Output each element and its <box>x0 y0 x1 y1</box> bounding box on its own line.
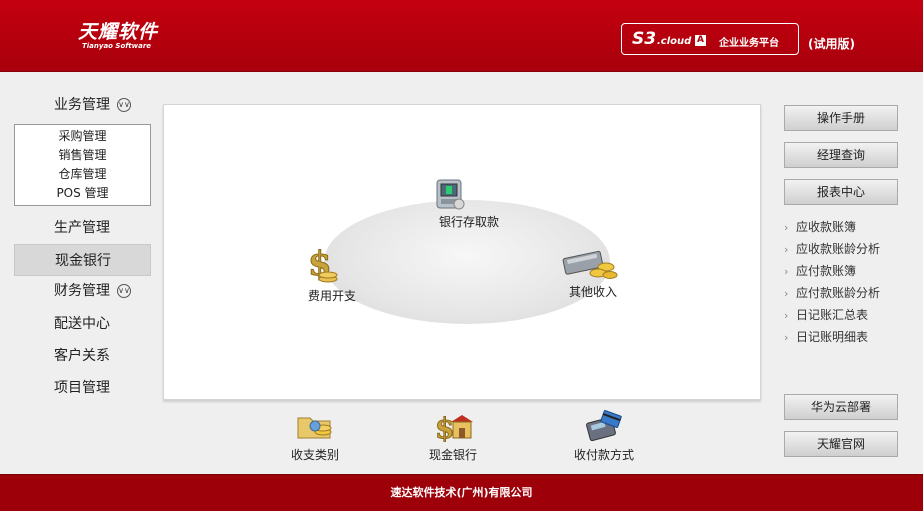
node-bank-deposit-label: 银行存取款 <box>438 215 499 229</box>
chevron-down-icon[interactable]: ∨∨ <box>117 98 131 112</box>
node-expense-label: 费用开支 <box>307 289 356 303</box>
report-item[interactable]: › 应收款账簿 <box>784 216 880 238</box>
svg-text:$: $ <box>435 412 454 442</box>
bank-dollar-icon: $ <box>433 410 473 442</box>
report-center-button[interactable]: 报表中心 <box>784 179 898 205</box>
menu-business-label: 业务管理 <box>54 97 110 113</box>
chevron-right-icon: › <box>784 265 789 278</box>
platform-name: 企业业务平台 <box>719 38 779 49</box>
report-item[interactable]: › 日记账汇总表 <box>784 304 880 326</box>
dollar-coins-icon: $ <box>304 245 360 285</box>
platform-cloud: .cloud <box>657 36 692 47</box>
bottom-payment-method[interactable]: 收付款方式 <box>568 410 640 463</box>
report-list: › 应收款账簿 › 应收款账龄分析 › 应付款账簿 › 应付款账龄分析 › 日记账汇总表 … <box>784 216 880 348</box>
menu-finance[interactable]: 财务管理 ∨∨ <box>14 276 151 308</box>
menu-production[interactable]: 生产管理 <box>14 212 151 244</box>
left-menu: 业务管理 ∨∨ 采购管理 销售管理 仓库管理 POS 管理 生产管理 现金银行 … <box>14 90 151 404</box>
submenu-sales[interactable]: 销售管理 <box>15 146 150 165</box>
report-item-label: 应收款账龄分析 <box>796 242 881 256</box>
bottom-category-label: 收支类别 <box>290 448 339 462</box>
atm-icon <box>432 177 506 211</box>
node-other-income[interactable]: 其他收入 <box>562 245 624 300</box>
menu-finance-label: 财务管理 <box>54 283 110 299</box>
submenu-purchase[interactable]: 采购管理 <box>15 127 150 146</box>
platform-s3: S3 <box>632 29 657 49</box>
chevron-right-icon: › <box>784 221 789 234</box>
business-submenu: 采购管理 销售管理 仓库管理 POS 管理 <box>14 124 151 206</box>
card-terminal-icon <box>584 410 624 442</box>
bottom-cash-bank[interactable]: $ 现金银行 <box>424 410 482 463</box>
footer-bar: 速达软件技术(广州)有限公司 <box>0 474 923 511</box>
cash-register-coins-icon <box>562 245 624 281</box>
manual-button[interactable]: 操作手册 <box>784 105 898 131</box>
report-item-label: 日记账明细表 <box>796 330 869 344</box>
folder-coins-icon <box>295 410 335 442</box>
platform-badge: S3 .cloud A 企业业务平台 <box>621 23 799 55</box>
bottom-cash-bank-label: 现金银行 <box>428 448 477 462</box>
report-item-label: 日记账汇总表 <box>796 308 869 322</box>
menu-cash-bank[interactable]: 现金银行 <box>14 244 151 276</box>
platform-a-badge: A <box>695 35 706 46</box>
bottom-category[interactable]: 收支类别 <box>286 410 344 463</box>
report-item-label: 应付款账簿 <box>796 264 857 278</box>
report-item[interactable]: › 应收款账龄分析 <box>784 238 880 260</box>
report-item-label: 应收款账簿 <box>796 220 857 234</box>
trial-label: (试用版) <box>808 37 855 51</box>
menu-business[interactable]: 业务管理 ∨∨ <box>14 90 151 122</box>
report-item[interactable]: › 应付款账簿 <box>784 260 880 282</box>
node-bank-deposit[interactable]: 银行存取款 <box>432 177 506 230</box>
submenu-warehouse[interactable]: 仓库管理 <box>15 165 150 184</box>
report-item[interactable]: › 应付款账龄分析 <box>784 282 880 304</box>
submenu-pos[interactable]: POS 管理 <box>15 184 150 203</box>
node-expense[interactable]: $ 费用开支 <box>304 245 360 304</box>
chevron-right-icon: › <box>784 287 789 300</box>
huawei-cloud-button[interactable]: 华为云部署 <box>784 394 898 420</box>
bottom-payment-method-label: 收付款方式 <box>573 448 634 462</box>
menu-delivery[interactable]: 配送中心 <box>14 308 151 340</box>
header-bar: 天耀软件 Tianyao Software S3 .cloud A 企业业务平台… <box>0 0 923 72</box>
main-panel: 银行存取款 $ 费用开支 其他收入 <box>163 104 761 400</box>
chevron-right-icon: › <box>784 331 789 344</box>
menu-project[interactable]: 项目管理 <box>14 372 151 404</box>
logo: 天耀软件 Tianyao Software <box>78 22 158 51</box>
chevron-right-icon: › <box>784 243 789 256</box>
report-item[interactable]: › 日记账明细表 <box>784 326 880 348</box>
report-item-label: 应付款账龄分析 <box>796 286 881 300</box>
official-site-button[interactable]: 天耀官网 <box>784 431 898 457</box>
logo-subtext: Tianyao Software <box>82 42 152 50</box>
chevron-down-icon[interactable]: ∨∨ <box>117 284 131 298</box>
chevron-right-icon: › <box>784 309 789 322</box>
menu-customer[interactable]: 客户关系 <box>14 340 151 372</box>
logo-text: 天耀软件 <box>78 21 159 43</box>
node-other-income-label: 其他收入 <box>568 285 617 299</box>
manager-query-button[interactable]: 经理查询 <box>784 142 898 168</box>
company-name: 速达软件技术(广州)有限公司 <box>390 486 533 499</box>
